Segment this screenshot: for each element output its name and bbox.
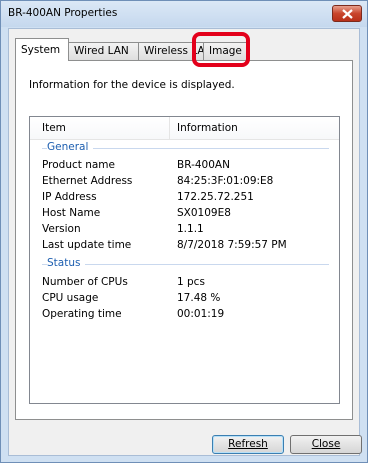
list-header: Item Information bbox=[30, 117, 339, 140]
list-item[interactable]: Last update time 8/7/2018 7:59:57 PM bbox=[30, 237, 339, 253]
image-tab-highlight bbox=[192, 32, 250, 67]
item-value: BR-400AN bbox=[177, 159, 230, 171]
item-name: Host Name bbox=[42, 207, 101, 219]
item-name: CPU usage bbox=[42, 292, 99, 304]
list-item[interactable]: Product name BR-400AN bbox=[30, 157, 339, 173]
list-item[interactable]: Version 1.1.1 bbox=[30, 221, 339, 237]
item-value: 00:01:19 bbox=[177, 308, 225, 320]
close-icon bbox=[342, 9, 353, 19]
tab-system[interactable]: System bbox=[15, 38, 69, 61]
group-general: General bbox=[30, 140, 339, 156]
group-label-general: General bbox=[47, 141, 94, 153]
item-value: 17.48 % bbox=[177, 292, 221, 304]
item-name: Version bbox=[42, 223, 81, 235]
item-value: 1.1.1 bbox=[177, 223, 204, 235]
item-value: 8/7/2018 7:59:57 PM bbox=[177, 239, 287, 251]
title-bar[interactable]: BR-400AN Properties bbox=[1, 1, 367, 27]
group-label-status: Status bbox=[47, 257, 86, 269]
system-tab-panel: Information for the device is displayed.… bbox=[15, 60, 353, 420]
list-item[interactable]: Operating time 00:01:19 bbox=[30, 306, 339, 322]
list-item[interactable]: Ethernet Address 84:25:3F:01:09:E8 bbox=[30, 173, 339, 189]
panel-description: Information for the device is displayed. bbox=[29, 79, 235, 91]
item-value: 172.25.72.251 bbox=[177, 191, 254, 203]
refresh-button[interactable]: Refresh bbox=[212, 435, 284, 454]
dialog-client-area: System Wired LAN Wireless LAN Image Info… bbox=[8, 28, 362, 456]
window-title: BR-400AN Properties bbox=[8, 7, 118, 19]
item-value: 1 pcs bbox=[177, 276, 205, 288]
column-header-item[interactable]: Item bbox=[42, 122, 66, 134]
item-name: Ethernet Address bbox=[42, 175, 133, 187]
item-name: IP Address bbox=[42, 191, 97, 203]
list-item[interactable]: Host Name SX0109E8 bbox=[30, 205, 339, 221]
properties-dialog: BR-400AN Properties System Wired LAN Wir… bbox=[0, 0, 368, 463]
list-item[interactable]: IP Address 172.25.72.251 bbox=[30, 189, 339, 205]
group-status: Status bbox=[30, 256, 339, 272]
close-button[interactable]: Close bbox=[290, 435, 362, 454]
tab-wired-lan[interactable]: Wired LAN bbox=[68, 42, 139, 60]
item-name: Last update time bbox=[42, 239, 132, 251]
item-value: 84:25:3F:01:09:E8 bbox=[177, 175, 274, 187]
list-item[interactable]: Number of CPUs 1 pcs bbox=[30, 274, 339, 290]
list-item[interactable]: CPU usage 17.48 % bbox=[30, 290, 339, 306]
item-name: Number of CPUs bbox=[42, 276, 128, 288]
item-value: SX0109E8 bbox=[177, 207, 231, 219]
column-divider[interactable] bbox=[169, 117, 170, 139]
device-info-list[interactable]: Item Information General Product name BR… bbox=[29, 116, 340, 404]
column-header-information[interactable]: Information bbox=[177, 122, 238, 134]
window-close-button[interactable] bbox=[332, 5, 362, 22]
item-name: Product name bbox=[42, 159, 115, 171]
item-name: Operating time bbox=[42, 308, 122, 320]
